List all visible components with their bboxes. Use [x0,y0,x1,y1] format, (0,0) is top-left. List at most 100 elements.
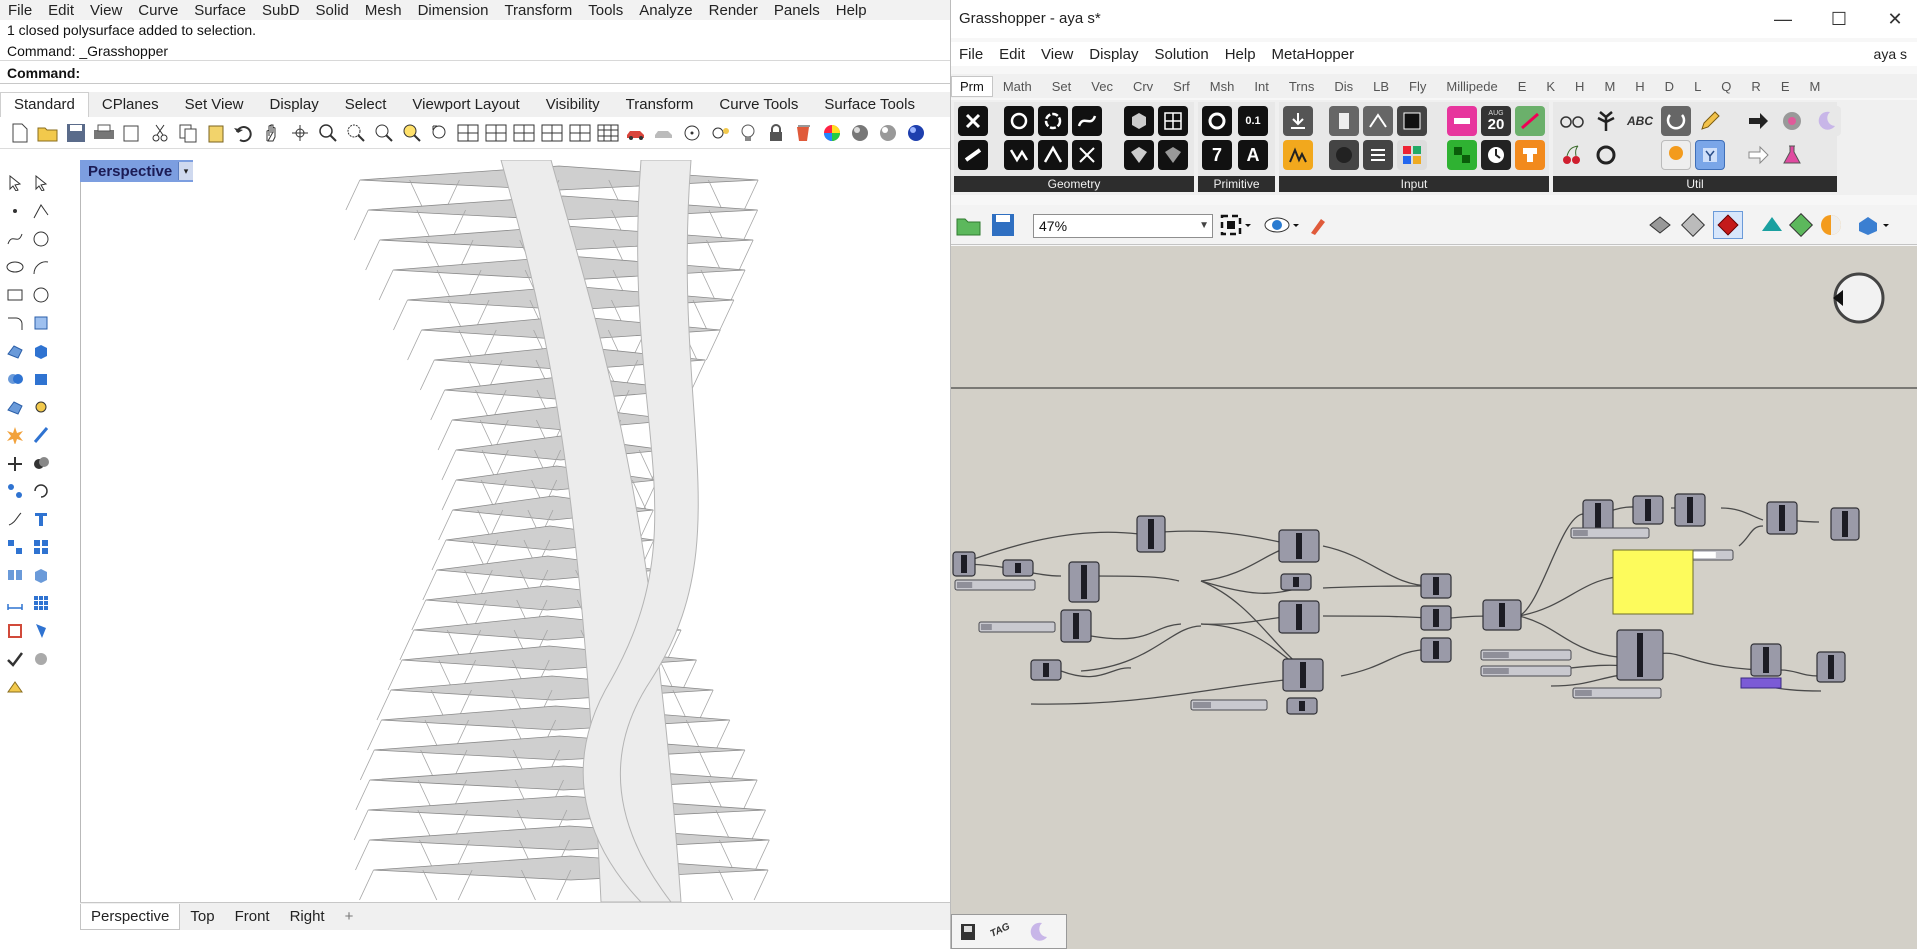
paste-icon[interactable] [204,121,228,145]
rhino-menu-curve[interactable]: Curve [130,2,186,19]
data-dam-icon[interactable] [1591,140,1621,170]
gh-menu-help[interactable]: Help [1217,46,1264,63]
close-icon[interactable]: ✕ [1880,6,1910,32]
value-list-icon[interactable] [1363,140,1393,170]
group-tool-icon[interactable] [4,480,26,502]
tree-icon[interactable] [1591,106,1621,136]
field-param-icon[interactable] [1158,140,1188,170]
arrow-right-icon[interactable] [1743,106,1773,136]
lock-icon[interactable] [764,121,788,145]
select-points-icon[interactable] [30,172,52,194]
point-tool-icon[interactable] [4,200,26,222]
point-icon[interactable] [680,121,704,145]
matrix-icon[interactable] [1447,140,1477,170]
tag-icon[interactable]: TAG [989,921,1012,940]
gh-tab-prm[interactable]: Prm [951,75,993,97]
arc-param-icon[interactable] [1038,106,1068,136]
moon-icon[interactable] [1026,920,1050,947]
gh-tab-r[interactable]: R [1741,79,1770,94]
slider-icon[interactable] [1363,106,1393,136]
preview-eye-icon[interactable] [1263,213,1299,240]
geometry-param-icon[interactable] [958,106,988,136]
mesh-param-icon[interactable] [1158,106,1188,136]
gh-tab-lb[interactable]: LB [1363,79,1399,94]
flask-icon[interactable] [1777,140,1807,170]
curve-param-icon[interactable] [1072,106,1102,136]
curve-tool-icon[interactable] [4,228,26,250]
glasses-icon[interactable] [1557,106,1587,136]
rhino-menu-surface[interactable]: Surface [186,2,254,19]
gh-tab-vec[interactable]: Vec [1081,79,1123,94]
command-prompt[interactable]: Command: [0,62,950,84]
toggle-icon[interactable] [1329,106,1359,136]
brep-param-icon[interactable] [1124,106,1154,136]
rhino-menu-mesh[interactable]: Mesh [357,2,410,19]
gh-tab-int[interactable]: Int [1244,79,1278,94]
gh-tab-k[interactable]: K [1536,79,1565,94]
sketch-brush-icon[interactable] [1307,213,1331,240]
swatch-icon[interactable] [1397,140,1427,170]
rhino-menu-solid[interactable]: Solid [308,2,357,19]
save-icon[interactable] [991,213,1015,240]
gh-menu-display[interactable]: Display [1081,46,1146,63]
mesh-tool-icon[interactable] [4,396,26,418]
box-tool-icon[interactable] [30,340,52,362]
render-sphere-icon[interactable] [848,121,872,145]
gradient-icon[interactable] [1447,106,1477,136]
graph-mapper-icon[interactable] [1283,140,1313,170]
cylinder-tool-icon[interactable] [30,368,52,390]
status-toggle-icon[interactable] [958,922,978,945]
ribbon-group-label[interactable]: Util [1553,176,1837,192]
check-icon[interactable] [4,648,26,670]
control-knob-icon[interactable] [1515,140,1545,170]
zoom-select[interactable]: 47% ▼ [1033,214,1213,238]
viewport-title[interactable]: Perspective [80,160,193,182]
panel-icon[interactable] [1397,106,1427,136]
gear-icon[interactable] [30,396,52,418]
rendered-sphere-icon[interactable] [904,121,928,145]
toolbar-tab-viewport-layout[interactable]: Viewport Layout [399,93,532,117]
viewport-menu-chevron-icon[interactable]: ▾ [178,162,193,180]
box-edit-icon[interactable] [30,564,52,586]
gh-canvas[interactable] [951,246,1917,914]
gh-tab-dis[interactable]: Dis [1324,79,1363,94]
polygon-tool-icon[interactable] [30,284,52,306]
gh-tab-e[interactable]: E [1508,79,1537,94]
split-tool-icon[interactable] [4,452,26,474]
rhino-menu-dimension[interactable]: Dimension [410,2,497,19]
rhino-menu-subd[interactable]: SubD [254,2,308,19]
render-tool-icon[interactable] [4,676,26,698]
pencil-icon[interactable] [1695,106,1725,136]
rhino-menu-file[interactable]: File [0,2,40,19]
offset-tool-icon[interactable] [30,312,52,334]
toolbar-tab-curve-tools[interactable]: Curve Tools [706,93,811,117]
cluster-icon[interactable] [1661,106,1691,136]
shaded-sphere-icon[interactable] [876,121,900,145]
point-param-icon[interactable] [1072,140,1102,170]
polyline-param-icon[interactable] [1004,140,1034,170]
twisted-tower-model[interactable] [81,159,949,903]
sphere-tool-icon[interactable] [4,368,26,390]
open-folder-icon[interactable] [36,121,60,145]
car-icon[interactable] [624,121,648,145]
color-wheel-icon[interactable] [820,121,844,145]
select-arrow-icon[interactable] [4,172,26,194]
mirror-tool-icon[interactable] [4,564,26,586]
gh-tab-fly[interactable]: Fly [1399,79,1436,94]
zoom-extents-icon[interactable] [1219,213,1251,240]
calendar-icon[interactable]: AUG 20 [1481,106,1511,136]
rhino-menu-tools[interactable]: Tools [580,2,631,19]
move-tool-icon[interactable] [4,508,26,530]
maximize-icon[interactable]: ☐ [1824,6,1854,32]
circle-tool-icon[interactable] [30,228,52,250]
hide-icon[interactable] [652,121,676,145]
rhino-menu-edit[interactable]: Edit [40,2,82,19]
gh-node-graph[interactable] [951,246,1917,914]
pan-hand-icon[interactable] [260,121,284,145]
rhino-menu-render[interactable]: Render [701,2,766,19]
viewport-tab-right[interactable]: Right [280,904,335,929]
rhino-menu-help[interactable]: Help [828,2,875,19]
rhino-menu-transform[interactable]: Transform [496,2,580,19]
gh-menu-metahopper[interactable]: MetaHopper [1264,46,1363,63]
viewport-front-icon[interactable] [540,121,564,145]
